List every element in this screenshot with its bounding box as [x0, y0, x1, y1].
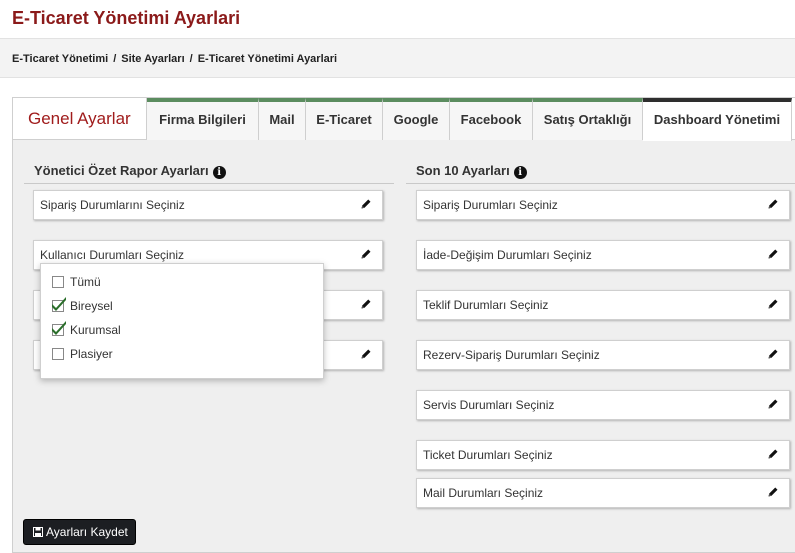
floppy-disk-icon	[33, 527, 43, 537]
son10-rezerv-siparis-field[interactable]: Rezerv-Sipariş Durumları Seçiniz	[416, 340, 790, 370]
tab-eticaret[interactable]: E-Ticaret	[306, 98, 383, 140]
breadcrumb-separator: /	[189, 53, 193, 65]
page-header: E-Ticaret Yönetimi Ayarlari	[0, 0, 795, 38]
panel-title: Genel Ayarlar	[13, 98, 147, 140]
pencil-icon[interactable]	[767, 486, 779, 498]
right-section-title: Son 10 Ayarları i	[416, 163, 527, 179]
pencil-icon[interactable]	[767, 198, 779, 210]
pencil-icon[interactable]	[360, 298, 372, 310]
tab-dashboard-yonetimi[interactable]: Dashboard Yönetimi	[643, 98, 792, 141]
breadcrumb-item-site-ayarlari[interactable]: Site Ayarları	[121, 53, 184, 65]
pencil-icon[interactable]	[360, 248, 372, 260]
save-settings-button[interactable]: Ayarları Kaydet	[23, 519, 136, 545]
siparis-durumlari-field[interactable]: Sipariş Durumlarını Seçiniz	[33, 190, 383, 220]
pencil-icon[interactable]	[360, 348, 372, 360]
son10-servis-field[interactable]: Servis Durumları Seçiniz	[416, 390, 790, 420]
son10-mail-field[interactable]: Mail Durumları Seçiniz	[416, 478, 790, 508]
section-divider	[406, 183, 795, 184]
checkbox-unchecked[interactable]	[52, 348, 64, 360]
pencil-icon[interactable]	[767, 298, 779, 310]
checkbox-unchecked[interactable]	[52, 276, 64, 288]
info-icon[interactable]: i	[212, 166, 226, 179]
kullanici-durumlari-dropdown: Tümü Bireysel Kurumsal Plasiyer	[40, 263, 324, 379]
breadcrumb-separator: /	[113, 53, 117, 65]
breadcrumb-item-eticaret[interactable]: E-Ticaret Yönetimi	[12, 53, 108, 65]
check-icon	[52, 297, 66, 311]
pencil-icon[interactable]	[767, 248, 779, 260]
tab-firma-bilgileri[interactable]: Firma Bilgileri	[147, 98, 259, 140]
son10-teklif-field[interactable]: Teklif Durumları Seçiniz	[416, 290, 790, 320]
pencil-icon[interactable]	[767, 448, 779, 460]
son10-siparis-field[interactable]: Sipariş Durumları Seçiniz	[416, 190, 790, 220]
pencil-icon[interactable]	[767, 348, 779, 360]
pencil-icon[interactable]	[360, 198, 372, 210]
tab-satis-ortakligi[interactable]: Satış Ortaklığı	[533, 98, 643, 140]
breadcrumb-item-current: E-Ticaret Yönetimi Ayarlari	[197, 53, 338, 65]
tab-facebook[interactable]: Facebook	[450, 98, 533, 140]
info-icon[interactable]: i	[513, 166, 527, 179]
check-icon	[52, 321, 66, 335]
section-divider	[24, 183, 394, 184]
page-title: E-Ticaret Yönetimi Ayarlari	[12, 8, 241, 28]
son10-ticket-field[interactable]: Ticket Durumları Seçiniz	[416, 440, 790, 470]
son10-iade-degisim-field[interactable]: İade-Değişim Durumları Seçiniz	[416, 240, 790, 270]
breadcrumb: E-Ticaret Yönetimi / Site Ayarları / E-Ticar…	[0, 38, 795, 78]
left-section-title: Yönetici Özet Rapor Ayarları i	[34, 163, 226, 179]
tab-google[interactable]: Google	[383, 98, 450, 140]
tab-mail[interactable]: Mail	[259, 98, 306, 140]
pencil-icon[interactable]	[767, 398, 779, 410]
tab-bar: Genel Ayarlar Firma Bilgileri Mail E-Tic…	[13, 98, 795, 141]
